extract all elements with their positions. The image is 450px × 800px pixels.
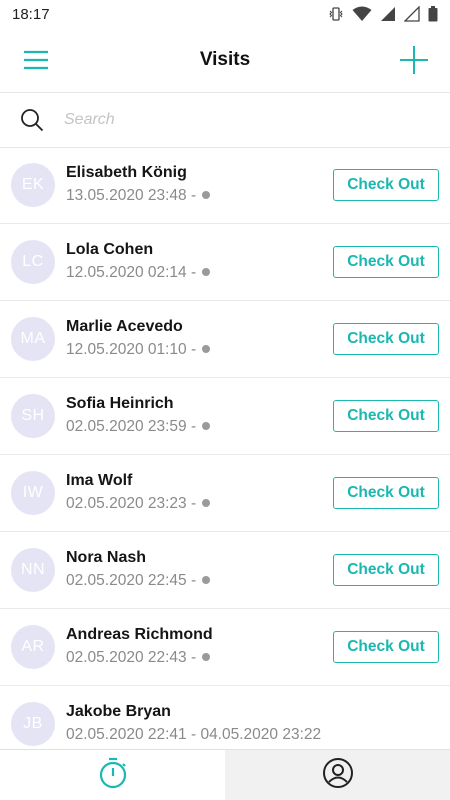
visit-time: 12.05.2020 02:14 -	[66, 262, 333, 284]
bottom-nav	[0, 749, 450, 800]
avatar: LC	[11, 240, 55, 284]
visit-row[interactable]: EK Elisabeth König 13.05.2020 23:48 - Chec…	[0, 147, 450, 224]
visit-row[interactable]: AR Andreas Richmond 02.05.2020 22:43 - Che…	[0, 609, 450, 686]
visit-time-text: 12.05.2020 01:10 -	[66, 341, 201, 358]
open-status-dot	[202, 344, 211, 353]
check-out-button[interactable]: Check Out	[333, 400, 439, 432]
visit-time-text: 02.05.2020 22:43 -	[66, 649, 201, 666]
open-status-dot	[202, 190, 211, 199]
visit-info: Ima Wolf 02.05.2020 23:23 -	[66, 471, 333, 515]
visit-time-text: 12.05.2020 02:14 -	[66, 264, 201, 281]
visit-time: 02.05.2020 22:41 - 04.05.2020 23:22	[66, 724, 439, 746]
visit-info: Nora Nash 02.05.2020 22:45 -	[66, 548, 333, 592]
avatar: SH	[11, 394, 55, 438]
signal-empty-icon	[404, 6, 420, 22]
avatar: MA	[11, 317, 55, 361]
app-bar: Visits	[0, 28, 450, 93]
visit-time-text: 02.05.2020 22:45 -	[66, 572, 201, 589]
wifi-icon	[352, 6, 372, 21]
visit-info: Jakobe Bryan 02.05.2020 22:41 - 04.05.202…	[66, 702, 439, 746]
vibrate-icon	[329, 7, 343, 21]
visitor-name: Elisabeth König	[66, 164, 187, 181]
open-status-dot	[202, 652, 211, 661]
visit-info: Elisabeth König 13.05.2020 23:48 -	[66, 163, 333, 207]
page-title: Visits	[199, 49, 251, 70]
search-bar	[0, 93, 450, 148]
visitor-name: Lola Cohen	[66, 241, 154, 258]
open-status-dot	[202, 421, 211, 430]
avatar: NN	[11, 548, 55, 592]
profile-icon	[322, 757, 354, 794]
visitor-name: Nora Nash	[66, 549, 147, 566]
visit-time: 02.05.2020 23:59 -	[66, 416, 333, 438]
stopwatch-icon	[97, 757, 129, 794]
visit-time-text: 02.05.2020 23:23 -	[66, 495, 201, 512]
visitor-name: Marlie Acevedo	[66, 318, 183, 335]
visit-list: EK Elisabeth König 13.05.2020 23:48 - Chec…	[0, 147, 450, 750]
battery-icon	[428, 6, 438, 22]
visitor-name: Sofia Heinrich	[66, 395, 174, 412]
check-out-button[interactable]: Check Out	[333, 631, 439, 663]
visit-time: 02.05.2020 22:43 -	[66, 647, 333, 669]
status-time: 18:17	[12, 5, 50, 23]
visitor-name: Jakobe Bryan	[66, 703, 171, 720]
visit-row[interactable]: SH Sofia Heinrich 02.05.2020 23:59 - Check…	[0, 378, 450, 455]
check-out-button[interactable]: Check Out	[333, 477, 439, 509]
nav-tab-visits[interactable]	[0, 750, 225, 800]
visit-time: 12.05.2020 01:10 -	[66, 339, 333, 361]
status-bar: 18:17	[0, 0, 450, 28]
search-input[interactable]	[62, 110, 406, 130]
open-status-dot	[202, 498, 211, 507]
check-out-button[interactable]: Check Out	[333, 323, 439, 355]
avatar: JB	[11, 702, 55, 746]
open-status-dot	[202, 267, 211, 276]
visit-info: Lola Cohen 12.05.2020 02:14 -	[66, 240, 333, 284]
signal-icon	[381, 7, 395, 21]
visit-time: 02.05.2020 23:23 -	[66, 493, 333, 515]
avatar: IW	[11, 471, 55, 515]
open-status-dot	[202, 575, 211, 584]
visit-time: 02.05.2020 22:45 -	[66, 570, 333, 592]
avatar: EK	[11, 163, 55, 207]
hamburger-menu-icon[interactable]	[20, 44, 52, 76]
avatar: AR	[11, 625, 55, 669]
search-icon	[21, 109, 44, 132]
status-icons	[328, 6, 438, 22]
check-out-button[interactable]: Check Out	[333, 169, 439, 201]
visitor-name: Andreas Richmond	[66, 626, 213, 643]
visit-row[interactable]: IW Ima Wolf 02.05.2020 23:23 - Check Out	[0, 455, 450, 532]
nav-tab-profile[interactable]	[225, 750, 450, 800]
visitor-name: Ima Wolf	[66, 472, 133, 489]
visit-row[interactable]: NN Nora Nash 02.05.2020 22:45 - Check Out	[0, 532, 450, 609]
visit-row[interactable]: JB Jakobe Bryan 02.05.2020 22:41 - 04.05.2…	[0, 686, 450, 750]
visit-info: Marlie Acevedo 12.05.2020 01:10 -	[66, 317, 333, 361]
plus-icon[interactable]	[398, 44, 430, 76]
check-out-button[interactable]: Check Out	[333, 246, 439, 278]
visit-time-text: 02.05.2020 23:59 -	[66, 418, 201, 435]
visit-row[interactable]: MA Marlie Acevedo 12.05.2020 01:10 - Check…	[0, 301, 450, 378]
visit-time: 13.05.2020 23:48 -	[66, 185, 333, 207]
visit-info: Andreas Richmond 02.05.2020 22:43 -	[66, 625, 333, 669]
visit-time-text: 13.05.2020 23:48 -	[66, 187, 201, 204]
visit-row[interactable]: LC Lola Cohen 12.05.2020 02:14 - Check Out	[0, 224, 450, 301]
check-out-button[interactable]: Check Out	[333, 554, 439, 586]
visit-time-text: 02.05.2020 22:41 - 04.05.2020 23:22	[66, 726, 322, 743]
visit-info: Sofia Heinrich 02.05.2020 23:59 -	[66, 394, 333, 438]
